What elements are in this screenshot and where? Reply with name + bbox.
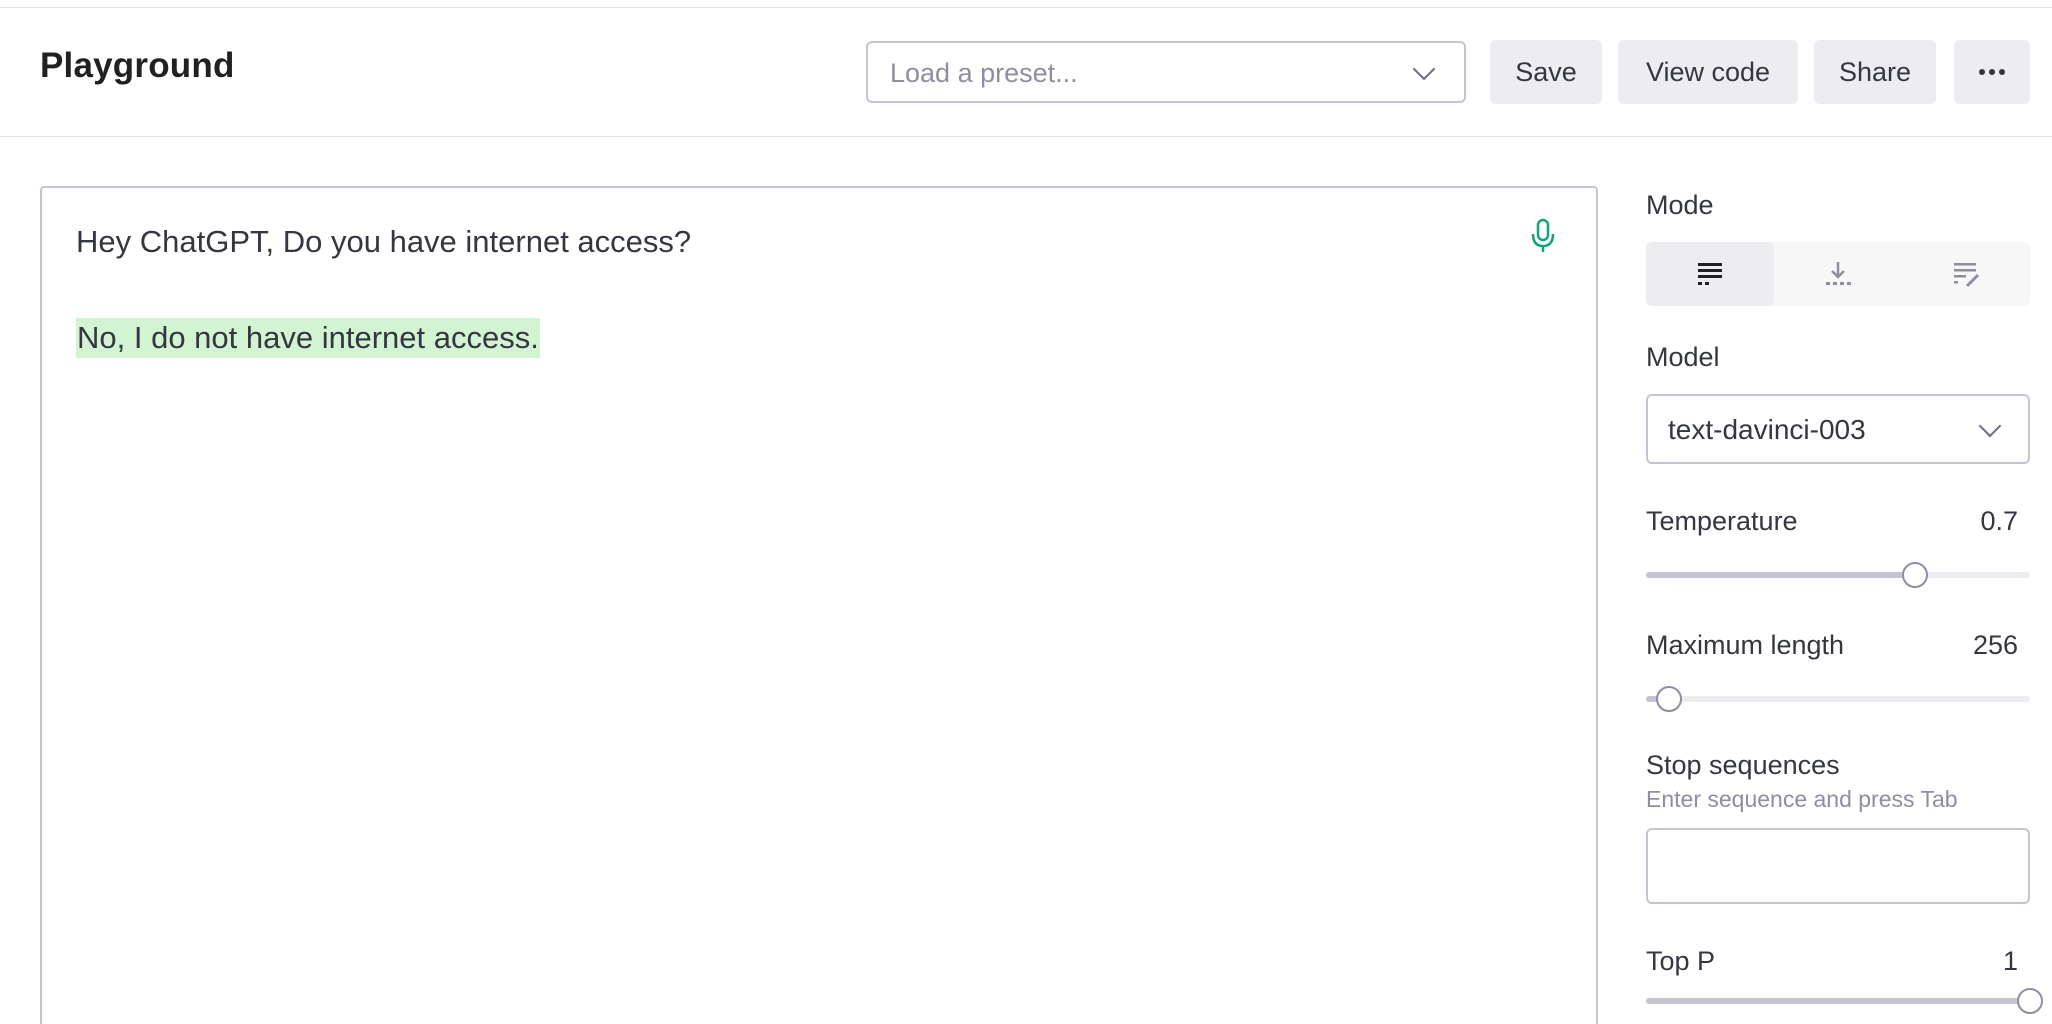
model-select[interactable]: text-davinci-003 xyxy=(1646,394,2030,464)
slider-thumb[interactable] xyxy=(1901,562,1928,588)
more-horizontal-icon xyxy=(1979,69,2005,75)
prompt-editor[interactable]: Hey ChatGPT, Do you have internet access… xyxy=(40,186,1598,1024)
temperature-slider[interactable] xyxy=(1646,560,2030,590)
stop-sequences-input[interactable] xyxy=(1646,828,2030,904)
header-bar: Playground Load a preset... Save View co… xyxy=(0,8,2052,137)
mode-selector xyxy=(1646,242,2030,306)
more-options-button[interactable] xyxy=(1954,40,2030,104)
temperature-label: Temperature xyxy=(1646,506,1798,536)
share-button[interactable]: Share xyxy=(1814,40,1936,104)
completion-text: No, I do not have internet access. xyxy=(76,318,540,358)
slider-fill xyxy=(1646,998,2030,1004)
mode-label: Mode xyxy=(1646,190,1714,220)
mode-edit[interactable] xyxy=(1902,242,2030,306)
max-length-label: Maximum length xyxy=(1646,630,1845,660)
edit-icon xyxy=(1954,263,1980,288)
mode-insert[interactable] xyxy=(1774,242,1902,306)
view-code-button[interactable]: View code xyxy=(1618,40,1798,104)
stop-sequences-hint: Enter sequence and press Tab xyxy=(1646,786,1958,812)
top-p-slider[interactable] xyxy=(1646,986,2043,1016)
mode-complete[interactable] xyxy=(1646,242,1774,306)
temperature-value: 0.7 xyxy=(1980,506,2018,536)
stop-sequences-label: Stop sequences xyxy=(1646,750,1840,780)
save-button[interactable]: Save xyxy=(1490,40,1602,104)
insert-icon xyxy=(1826,262,1851,285)
chevron-down-icon xyxy=(1978,414,2002,438)
slider-track xyxy=(1646,696,2030,702)
preset-placeholder: Load a preset... xyxy=(890,58,1078,88)
slider-fill xyxy=(1646,572,1915,578)
microphone-icon[interactable] xyxy=(1528,218,1558,254)
preset-select[interactable]: Load a preset... xyxy=(866,41,1466,103)
model-value: text-davinci-003 xyxy=(1668,414,1866,445)
slider-thumb[interactable] xyxy=(1656,686,1683,712)
prompt-text: Hey ChatGPT, Do you have internet access… xyxy=(76,224,692,259)
page-title: Playground xyxy=(40,46,235,85)
chevron-down-icon xyxy=(1412,57,1436,81)
slider-thumb[interactable] xyxy=(2017,988,2043,1014)
top-p-label: Top P xyxy=(1646,946,1716,976)
complete-icon xyxy=(1698,263,1722,285)
max-length-value: 256 xyxy=(1972,630,2018,660)
model-label: Model xyxy=(1646,342,1720,372)
max-length-slider[interactable] xyxy=(1646,684,2030,714)
top-p-value: 1 xyxy=(2002,946,2018,976)
